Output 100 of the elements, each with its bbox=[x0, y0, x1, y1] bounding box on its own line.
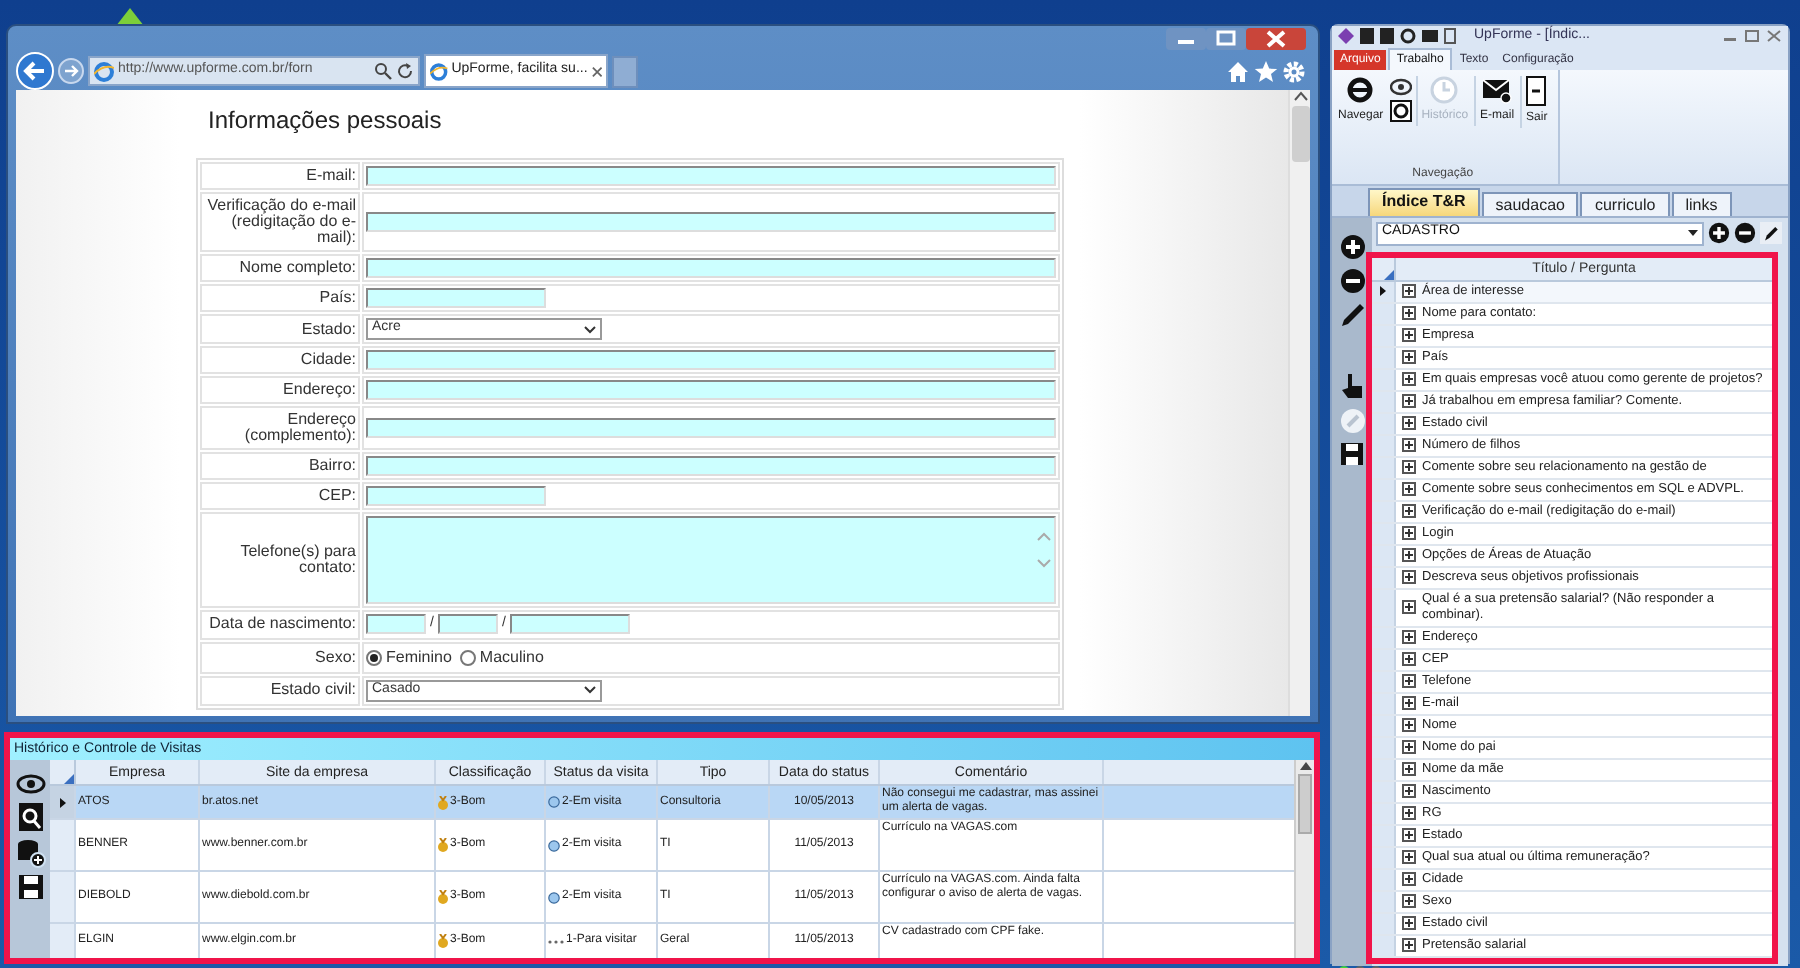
expand-icon[interactable] bbox=[1402, 828, 1416, 842]
input-field[interactable] bbox=[366, 456, 1056, 476]
pencil-icon[interactable] bbox=[1760, 222, 1782, 244]
minimize-icon[interactable] bbox=[1166, 28, 1206, 50]
medal-icon bbox=[438, 934, 448, 948]
expand-icon[interactable] bbox=[1402, 674, 1416, 688]
radio-button[interactable] bbox=[459, 649, 476, 665]
close-icon[interactable] bbox=[1766, 30, 1782, 43]
mail-icon[interactable] bbox=[1422, 30, 1438, 43]
expand-icon[interactable] bbox=[1402, 740, 1416, 754]
paperclip-icon[interactable] bbox=[1339, 407, 1365, 433]
input-field[interactable] bbox=[366, 350, 1056, 370]
expand-icon[interactable] bbox=[1402, 328, 1416, 342]
save-icon[interactable] bbox=[17, 874, 43, 900]
expand-icon[interactable] bbox=[1402, 762, 1416, 776]
add-icon[interactable] bbox=[1339, 233, 1365, 259]
expand-icon[interactable] bbox=[1402, 696, 1416, 710]
expand-icon[interactable] bbox=[1402, 438, 1416, 452]
expand-icon[interactable] bbox=[1402, 600, 1416, 614]
document-tab[interactable]: saudacao bbox=[1481, 191, 1579, 215]
field-label: Cidade: bbox=[200, 346, 360, 374]
field-label: Bairro: bbox=[200, 452, 360, 480]
hand-icon[interactable] bbox=[1339, 371, 1365, 399]
scrollbar[interactable] bbox=[1288, 90, 1310, 716]
input-field[interactable] bbox=[366, 212, 1056, 232]
document-tab[interactable]: Índice T&R bbox=[1368, 187, 1480, 215]
home-icon[interactable] bbox=[1226, 59, 1250, 83]
expand-icon[interactable] bbox=[1402, 718, 1416, 732]
expand-icon[interactable] bbox=[1402, 806, 1416, 820]
expand-icon[interactable] bbox=[1402, 872, 1416, 886]
scrollbar[interactable] bbox=[1294, 760, 1314, 958]
expand-icon[interactable] bbox=[1402, 784, 1416, 798]
exit-icon[interactable] bbox=[1444, 28, 1456, 45]
expand-icon[interactable] bbox=[1402, 894, 1416, 908]
input-field[interactable] bbox=[366, 288, 546, 308]
dropdown-caret-icon bbox=[584, 686, 596, 694]
expand-icon[interactable] bbox=[1402, 548, 1416, 562]
globe-icon bbox=[548, 839, 560, 851]
field-label: Estado civil: bbox=[200, 675, 360, 705]
back-icon[interactable] bbox=[16, 52, 54, 90]
expand-icon[interactable] bbox=[1402, 482, 1416, 496]
corner-triangle-icon bbox=[1384, 269, 1394, 279]
medal-icon bbox=[438, 838, 448, 852]
forward-icon[interactable] bbox=[58, 58, 84, 84]
field-label: E-mail: bbox=[200, 162, 360, 190]
radio-button[interactable] bbox=[366, 649, 382, 665]
text-area[interactable] bbox=[366, 516, 1056, 604]
input-field[interactable] bbox=[366, 258, 1056, 278]
add-icon[interactable] bbox=[1708, 222, 1730, 244]
search-icon[interactable] bbox=[374, 62, 392, 80]
expand-icon[interactable] bbox=[1402, 526, 1416, 540]
row-pointer-icon bbox=[59, 797, 65, 807]
database-add-icon[interactable] bbox=[15, 838, 45, 868]
expand-icon[interactable] bbox=[1402, 652, 1416, 666]
expand-icon[interactable] bbox=[1402, 284, 1416, 298]
expand-icon[interactable] bbox=[1402, 570, 1416, 584]
expand-icon[interactable] bbox=[1402, 394, 1416, 408]
scroll-up-icon[interactable] bbox=[1293, 90, 1307, 102]
expand-icon[interactable] bbox=[1402, 850, 1416, 864]
expand-icon[interactable] bbox=[1402, 306, 1416, 320]
close-icon[interactable] bbox=[591, 65, 602, 77]
document-tab[interactable]: curriculo bbox=[1580, 191, 1670, 215]
maximize-icon[interactable] bbox=[1744, 30, 1760, 43]
radio-label[interactable]: Feminino bbox=[386, 645, 452, 669]
input-field[interactable] bbox=[366, 418, 1056, 438]
expand-icon[interactable] bbox=[1402, 416, 1416, 430]
expand-icon[interactable] bbox=[1402, 504, 1416, 518]
input-field[interactable] bbox=[509, 614, 630, 635]
input-field[interactable] bbox=[366, 380, 1056, 400]
pencil-icon[interactable] bbox=[1339, 301, 1365, 327]
radio-label[interactable]: Maculino bbox=[479, 645, 544, 669]
expand-icon[interactable] bbox=[1402, 460, 1416, 474]
document-tab[interactable]: links bbox=[1671, 191, 1732, 215]
exit-icon bbox=[1526, 75, 1547, 105]
input-field[interactable] bbox=[366, 166, 1056, 186]
expand-icon[interactable] bbox=[1402, 916, 1416, 930]
field-label: Telefone(s) para contato: bbox=[200, 512, 360, 608]
clock-icon bbox=[1430, 75, 1459, 103]
input-field[interactable] bbox=[437, 614, 498, 635]
globe-icon bbox=[548, 891, 560, 903]
expand-icon[interactable] bbox=[1402, 350, 1416, 364]
search-icon[interactable] bbox=[17, 802, 43, 832]
star-icon[interactable] bbox=[1254, 59, 1278, 83]
input-field[interactable] bbox=[366, 486, 546, 506]
expand-icon[interactable] bbox=[1402, 372, 1416, 386]
maximize-icon[interactable] bbox=[1206, 28, 1246, 50]
expand-icon[interactable] bbox=[1402, 938, 1416, 952]
remove-icon[interactable] bbox=[1339, 267, 1365, 293]
input-field[interactable] bbox=[366, 614, 426, 635]
expand-icon[interactable] bbox=[1402, 630, 1416, 644]
field-label: Estado: bbox=[200, 314, 360, 344]
scroll-thumb[interactable] bbox=[1291, 106, 1309, 162]
save-icon[interactable] bbox=[1340, 441, 1364, 465]
corner-triangle-icon bbox=[64, 774, 74, 784]
scroll-thumb[interactable] bbox=[1298, 774, 1312, 834]
settings-icon[interactable] bbox=[1282, 59, 1306, 83]
refresh-icon[interactable] bbox=[396, 62, 414, 80]
section-heading: Informações pessoais bbox=[208, 104, 444, 138]
remove-icon[interactable] bbox=[1734, 222, 1756, 244]
close-icon[interactable] bbox=[1246, 28, 1306, 50]
